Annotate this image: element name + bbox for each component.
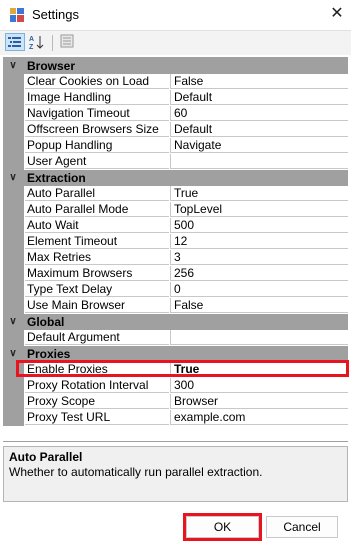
property-name[interactable]: Auto Parallel [25, 186, 169, 201]
property-value[interactable]: False [170, 298, 348, 313]
property-name[interactable]: Max Retries [25, 250, 169, 265]
highlight-ok-button [183, 513, 262, 541]
property-row[interactable]: Auto Parallel Mode TopLevel [3, 202, 348, 218]
property-value[interactable]: 0 [170, 282, 348, 297]
property-row[interactable]: Clear Cookies on Load False [3, 74, 348, 90]
property-row[interactable]: Type Text Delay 0 [3, 282, 348, 298]
property-row[interactable]: Image Handling Default [3, 90, 348, 106]
description-title: Auto Parallel [9, 450, 83, 464]
property-value[interactable]: TopLevel [170, 202, 348, 217]
category-global[interactable]: ∨ Global [3, 314, 348, 330]
property-name[interactable]: Use Main Browser [25, 298, 169, 313]
category-browser[interactable]: ∨ Browser [3, 58, 348, 74]
property-value[interactable]: 300 [170, 378, 348, 393]
category-label: Global [27, 315, 65, 329]
property-name[interactable]: User Agent [25, 154, 169, 169]
property-value[interactable]: Default [170, 122, 348, 137]
property-name[interactable]: Default Argument [25, 330, 169, 345]
property-row[interactable]: Element Timeout 12 [3, 234, 348, 250]
settings-app-icon [10, 8, 24, 22]
svg-text:A: A [29, 36, 34, 43]
property-name[interactable]: Auto Parallel Mode [25, 202, 169, 217]
property-value[interactable] [170, 154, 348, 169]
close-icon[interactable]: ✕ [326, 3, 348, 25]
property-name[interactable]: Type Text Delay [25, 282, 169, 297]
property-row[interactable]: Proxy Rotation Interval 300 [3, 378, 348, 394]
property-row[interactable]: Use Main Browser False [3, 298, 348, 314]
description-text: Whether to automatically run parallel ex… [9, 465, 263, 479]
category-extraction[interactable]: ∨ Extraction [3, 170, 348, 186]
description-panel: Auto Parallel Whether to automatically r… [3, 446, 348, 502]
chevron-down-icon[interactable]: ∨ [6, 58, 20, 74]
property-row[interactable]: Popup Handling Navigate [3, 138, 348, 154]
property-row[interactable]: Offscreen Browsers Size Default [3, 122, 348, 138]
property-row[interactable]: Proxy Scope Browser [3, 394, 348, 410]
svg-text:Z: Z [29, 44, 34, 51]
property-name[interactable]: Auto Wait [25, 218, 169, 233]
property-value[interactable]: 3 [170, 250, 348, 265]
toolbar-divider [52, 35, 53, 51]
window-title: Settings [32, 7, 79, 22]
property-row[interactable]: Default Argument [3, 330, 348, 346]
property-row[interactable]: Auto Wait 500 [3, 218, 348, 234]
category-label: Browser [27, 59, 76, 73]
property-value[interactable]: Browser [170, 394, 348, 409]
property-value[interactable]: example.com [170, 410, 348, 425]
property-grid: ∨ Browser Clear Cookies on Load False Ima… [3, 57, 348, 442]
property-value[interactable]: 12 [170, 234, 348, 249]
property-name[interactable]: Popup Handling [25, 138, 169, 153]
property-name[interactable]: Offscreen Browsers Size [25, 122, 169, 137]
property-value[interactable]: 60 [170, 106, 348, 121]
categorized-view-icon[interactable] [5, 33, 25, 51]
property-name[interactable]: Navigation Timeout [25, 106, 169, 121]
property-name[interactable]: Image Handling [25, 90, 169, 105]
category-label: Extraction [27, 171, 86, 185]
property-grid-toolbar: A Z [0, 30, 351, 55]
chevron-down-icon[interactable]: ∨ [6, 314, 20, 330]
property-value[interactable]: 256 [170, 266, 348, 281]
property-row[interactable]: Navigation Timeout 60 [3, 106, 348, 122]
property-pages-icon[interactable] [58, 33, 78, 51]
property-value[interactable]: Default [170, 90, 348, 105]
property-name[interactable]: Proxy Rotation Interval [25, 378, 169, 393]
title-bar: Settings ✕ [0, 0, 351, 30]
property-row[interactable]: Proxy Test URL example.com [3, 410, 348, 426]
chevron-down-icon[interactable]: ∨ [6, 170, 20, 186]
property-value[interactable]: 500 [170, 218, 348, 233]
property-name[interactable]: Maximum Browsers [25, 266, 169, 281]
property-value[interactable]: Navigate [170, 138, 348, 153]
alphabetical-sort-icon[interactable]: A Z [27, 33, 47, 51]
property-row[interactable]: Max Retries 3 [3, 250, 348, 266]
property-value[interactable]: False [170, 74, 348, 89]
cancel-button[interactable]: Cancel [266, 516, 338, 538]
property-name[interactable]: Proxy Test URL [25, 410, 169, 425]
property-name[interactable]: Clear Cookies on Load [25, 74, 169, 89]
property-name[interactable]: Element Timeout [25, 234, 169, 249]
property-value[interactable] [170, 330, 348, 345]
highlight-enable-proxies [16, 360, 349, 377]
category-label: Proxies [27, 347, 71, 361]
property-row[interactable]: Maximum Browsers 256 [3, 266, 348, 282]
property-row[interactable]: Auto Parallel True [3, 186, 348, 202]
property-name[interactable]: Proxy Scope [25, 394, 169, 409]
property-row[interactable]: User Agent [3, 154, 348, 170]
property-value[interactable]: True [170, 186, 348, 201]
